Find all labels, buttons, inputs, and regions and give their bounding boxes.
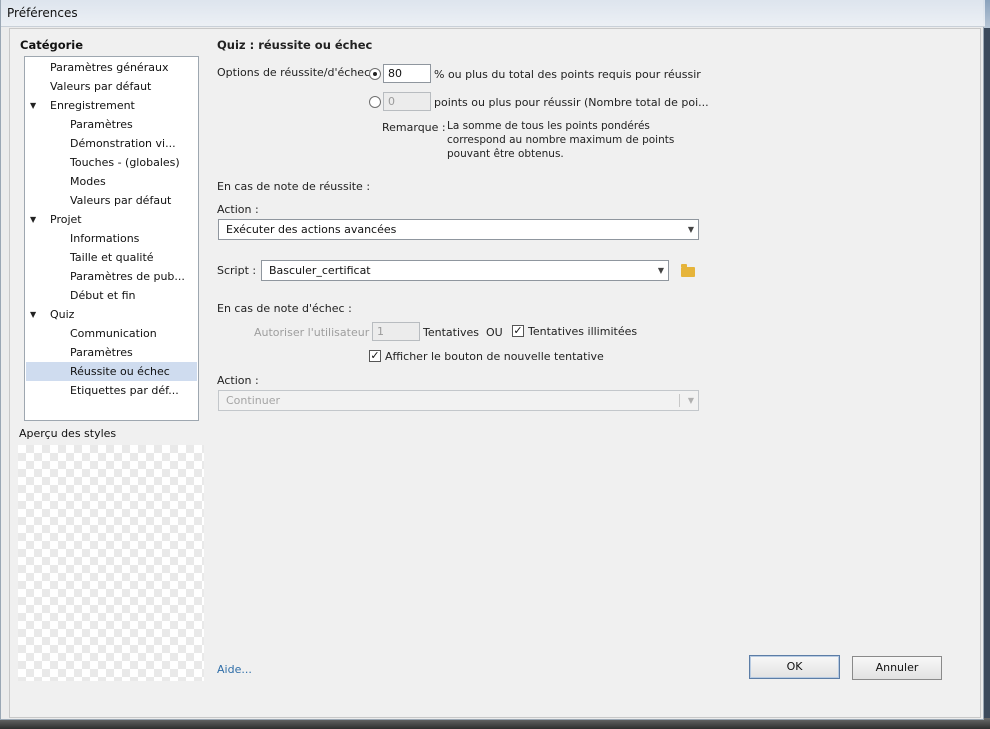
sidebar-item-label: Paramètres de pub... xyxy=(70,270,185,283)
fail-action-value: Continuer xyxy=(226,394,280,407)
pass-section-label: En cas de note de réussite : xyxy=(217,180,371,193)
sidebar-item[interactable]: Communication xyxy=(26,324,197,343)
panel-title: Quiz : réussite ou échec xyxy=(217,38,373,52)
style-preview-label: Aperçu des styles xyxy=(19,427,117,440)
points-description: points ou plus pour réussir (Nombre tota… xyxy=(434,96,709,109)
select-divider xyxy=(679,394,680,407)
chevron-down-icon: ▼ xyxy=(687,225,694,234)
sidebar-item[interactable]: Etiquettes par déf... xyxy=(26,381,197,400)
unlimited-attempts-checkbox[interactable]: ✓ xyxy=(512,325,524,337)
sidebar-item[interactable]: Paramètres xyxy=(26,343,197,362)
sidebar-item-label: Démonstration vi... xyxy=(70,137,176,150)
pass-action-label: Action : xyxy=(217,203,259,216)
sidebar-item[interactable]: Touches - (globales) xyxy=(26,153,197,172)
sidebar-item[interactable]: Valeurs par défaut xyxy=(26,77,197,96)
category-tree[interactable]: Paramètres généraux Valeurs par défaut ▼ En… xyxy=(24,56,199,421)
triangle-down-icon[interactable]: ▼ xyxy=(30,305,36,324)
remark-line-3: pouvant être obtenus. xyxy=(447,148,564,160)
sidebar-item-label: Paramètres généraux xyxy=(50,61,169,74)
sidebar-item[interactable]: Modes xyxy=(26,172,197,191)
sidebar-item-label: Paramètres xyxy=(70,118,133,131)
show-retry-label: Afficher le bouton de nouvelle tentative xyxy=(385,350,604,363)
triangle-down-icon[interactable]: ▼ xyxy=(30,210,36,229)
sidebar-item-label: Enregistrement xyxy=(50,99,135,112)
percent-input[interactable]: 80 xyxy=(383,64,431,83)
triangle-down-icon[interactable]: ▼ xyxy=(30,96,36,115)
sidebar-item-label: Touches - (globales) xyxy=(70,156,180,169)
allow-user-label: Autoriser l'utilisateur : xyxy=(254,326,377,339)
sidebar-item[interactable]: Démonstration vi... xyxy=(26,134,197,153)
remark-label: Remarque : xyxy=(382,121,446,134)
title-bar: Préférences xyxy=(1,0,985,27)
remark-line-2: correspond au nombre maximum de points xyxy=(447,134,675,146)
show-retry-checkbox[interactable]: ✓ xyxy=(369,350,381,362)
remark-line-1: La somme de tous les points pondérés xyxy=(447,120,650,132)
sidebar-item[interactable]: ▼ Enregistrement xyxy=(26,96,197,115)
preferences-dialog: Préférences Catégorie Paramètres générau… xyxy=(0,0,985,720)
script-label: Script : xyxy=(217,264,257,277)
pass-action-select[interactable]: Exécuter des actions avancées ▼ xyxy=(218,219,699,240)
sidebar-item-label: Etiquettes par déf... xyxy=(70,384,179,397)
window-title: Préférences xyxy=(7,6,78,20)
sidebar-item[interactable]: Valeurs par défaut xyxy=(26,191,197,210)
sidebar-item-label: Paramètres xyxy=(70,346,133,359)
script-value: Basculer_certificat xyxy=(269,264,371,277)
attempts-input[interactable]: 1 xyxy=(372,322,420,341)
chevron-down-icon: ▼ xyxy=(687,396,694,405)
sidebar-item-label: Valeurs par défaut xyxy=(70,194,172,207)
sidebar-item[interactable]: ▼ Projet xyxy=(26,210,197,229)
fail-action-select[interactable]: Continuer ▼ xyxy=(218,390,699,411)
sidebar-item-label: Modes xyxy=(70,175,106,188)
pass-fail-options-label: Options de réussite/d'échec : xyxy=(217,66,378,79)
sidebar-item-label: Taille et qualité xyxy=(70,251,154,264)
category-label: Catégorie xyxy=(20,38,84,52)
sidebar-item-label: Valeurs par défaut xyxy=(50,80,152,93)
sidebar-item[interactable]: Début et fin xyxy=(26,286,197,305)
percent-radio[interactable] xyxy=(369,68,381,80)
sidebar-item-label: Début et fin xyxy=(70,289,136,302)
sidebar-item-label: Quiz xyxy=(50,308,75,321)
sidebar-item[interactable]: Paramètres xyxy=(26,115,197,134)
folder-icon[interactable] xyxy=(681,264,695,277)
dialog-body: Catégorie Paramètres généraux Valeurs par… xyxy=(9,28,981,718)
sidebar-item[interactable]: Réussite ou échec xyxy=(26,362,197,381)
sidebar-item-label: Informations xyxy=(70,232,140,245)
chevron-down-icon: ▼ xyxy=(657,266,664,275)
points-radio[interactable] xyxy=(369,96,381,108)
script-select[interactable]: Basculer_certificat ▼ xyxy=(261,260,669,281)
sidebar-item[interactable]: ▼ Quiz xyxy=(26,305,197,324)
pass-action-value: Exécuter des actions avancées xyxy=(226,223,397,236)
ok-button[interactable]: OK xyxy=(749,655,840,679)
sidebar-item[interactable]: Paramètres généraux xyxy=(26,58,197,77)
fail-section-label: En cas de note d'échec : xyxy=(217,302,352,315)
points-input[interactable]: 0 xyxy=(383,92,431,111)
fail-action-label: Action : xyxy=(217,374,259,387)
sidebar-item[interactable]: Taille et qualité xyxy=(26,248,197,267)
unlimited-attempts-label: Tentatives illimitées xyxy=(528,325,638,338)
cancel-button[interactable]: Annuler xyxy=(852,656,942,680)
sidebar-item-label: Communication xyxy=(70,327,157,340)
sidebar-item-label: Projet xyxy=(50,213,82,226)
help-link[interactable]: Aide... xyxy=(217,663,252,676)
sidebar-item[interactable]: Informations xyxy=(26,229,197,248)
or-label: OU xyxy=(486,326,503,339)
sidebar-item[interactable]: Paramètres de pub... xyxy=(26,267,197,286)
percent-description: % ou plus du total des points requis pou… xyxy=(434,68,701,81)
sidebar-item-label: Réussite ou échec xyxy=(70,365,170,378)
style-preview-area xyxy=(18,445,204,681)
attempts-label: Tentatives xyxy=(423,326,480,339)
